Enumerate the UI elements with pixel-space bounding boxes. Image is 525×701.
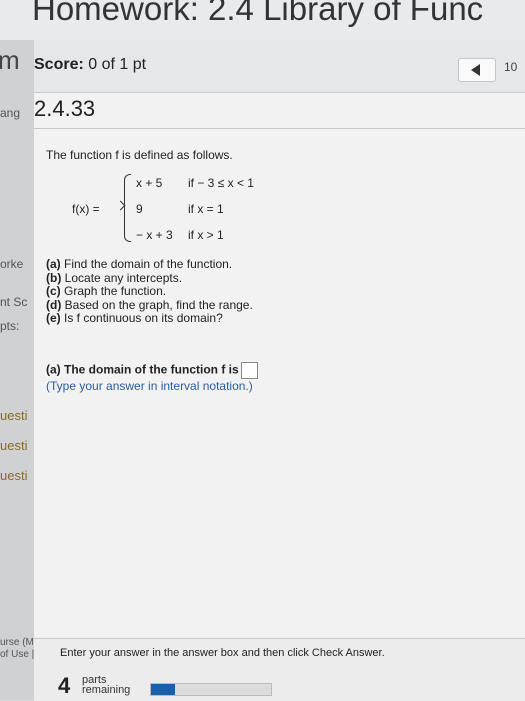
- sidebar-fragment-5: pts:: [0, 319, 20, 333]
- piece-1-expression: x + 5: [136, 176, 163, 190]
- piece-3-condition: if x > 1: [188, 228, 224, 242]
- parts-remaining-label: parts remaining: [82, 675, 131, 696]
- parts-remaining-count: 4: [58, 673, 71, 698]
- footer-instruction: Enter your answer in the answer box and …: [60, 647, 385, 659]
- part-a: (a) Find the domain of the function.: [46, 257, 253, 272]
- sidebar-fragment-2: ang: [0, 106, 21, 120]
- score-display: Score: 0 of 1 pt: [34, 56, 146, 74]
- parts-progress-fill: [151, 684, 175, 695]
- part-e-text: Is f continuous on its domain?: [64, 311, 223, 325]
- part-a-text: Find the domain of the function.: [64, 257, 233, 271]
- answer-hint: (Type your answer in interval notation.): [46, 379, 253, 393]
- answer-area: (a) The domain of the function f is (Typ…: [46, 362, 258, 394]
- sidebar-question-link-3[interactable]: uesti: [0, 468, 27, 483]
- part-b: (b) Locate any intercepts.: [46, 270, 253, 286]
- sidebar-fragment-3[interactable]: orke: [0, 257, 23, 271]
- answer-prompt: (a) The domain of the function f is: [46, 362, 239, 377]
- problem-parts: (a) Find the domain of the function. (b)…: [46, 257, 253, 326]
- main-panel: Score: 0 of 1 pt 10 2.4.33 The function …: [34, 40, 525, 701]
- sidebar-fragment-4[interactable]: nt Sc: [0, 295, 27, 309]
- sidebar-question-link-1[interactable]: uesti: [0, 408, 27, 423]
- sidebar-fragment-1: m: [0, 45, 20, 75]
- part-b-text: Locate any intercepts.: [64, 270, 183, 285]
- part-a-tag: (a): [46, 257, 61, 271]
- part-d-tag: (d): [46, 297, 62, 312]
- footer-bar: Enter your answer in the answer box and …: [34, 638, 525, 701]
- piece-2-condition: if x = 1: [188, 202, 224, 216]
- part-e-tag: (e): [46, 311, 61, 325]
- domain-answer-input[interactable]: [240, 362, 258, 379]
- score-label: Score:: [34, 56, 84, 73]
- question-number: 10: [504, 60, 518, 74]
- part-b-tag: (b): [46, 270, 62, 285]
- part-d-text: Based on the graph, find the range.: [64, 297, 253, 312]
- parts-label-line-2: remaining: [82, 684, 131, 696]
- section-header: 2.4.33: [34, 92, 525, 129]
- previous-question-button[interactable]: [458, 58, 496, 82]
- piece-3-expression: − x + 3: [136, 228, 173, 242]
- part-c-text: Graph the function.: [64, 284, 167, 298]
- sidebar-question-link-2[interactable]: uesti: [0, 438, 27, 453]
- sidebar-fragment-course[interactable]: urse (MA: [0, 637, 34, 648]
- part-c: (c) Graph the function.: [46, 284, 253, 299]
- part-c-tag: (c): [46, 284, 61, 298]
- score-value: 0 of 1 pt: [88, 56, 147, 73]
- homework-title: Homework: 2.4 Library of Func: [32, 0, 484, 27]
- parts-progress-bar: [150, 683, 272, 696]
- left-sidebar: m ang orke nt Sc pts: uesti uesti uesti …: [0, 40, 34, 700]
- function-label: f(x) =: [72, 202, 100, 216]
- problem-intro: The function f is defined as follows.: [46, 148, 233, 162]
- title-bar: Homework: 2.4 Library of Func: [0, 0, 525, 41]
- part-e: (e) Is f continuous on its domain?: [46, 311, 253, 326]
- answer-prompt-line: (a) The domain of the function f is: [46, 362, 258, 379]
- part-d: (d) Based on the graph, find the range.: [46, 297, 253, 313]
- score-bar: Score: 0 of 1 pt 10: [34, 40, 525, 93]
- piece-2-expression: 9: [136, 202, 143, 216]
- piecewise-brace: [124, 174, 131, 242]
- piece-1-condition: if − 3 ≤ x < 1: [188, 176, 254, 190]
- sidebar-fragment-terms[interactable]: of Use | P: [0, 649, 34, 660]
- section-number: 2.4.33: [34, 96, 96, 121]
